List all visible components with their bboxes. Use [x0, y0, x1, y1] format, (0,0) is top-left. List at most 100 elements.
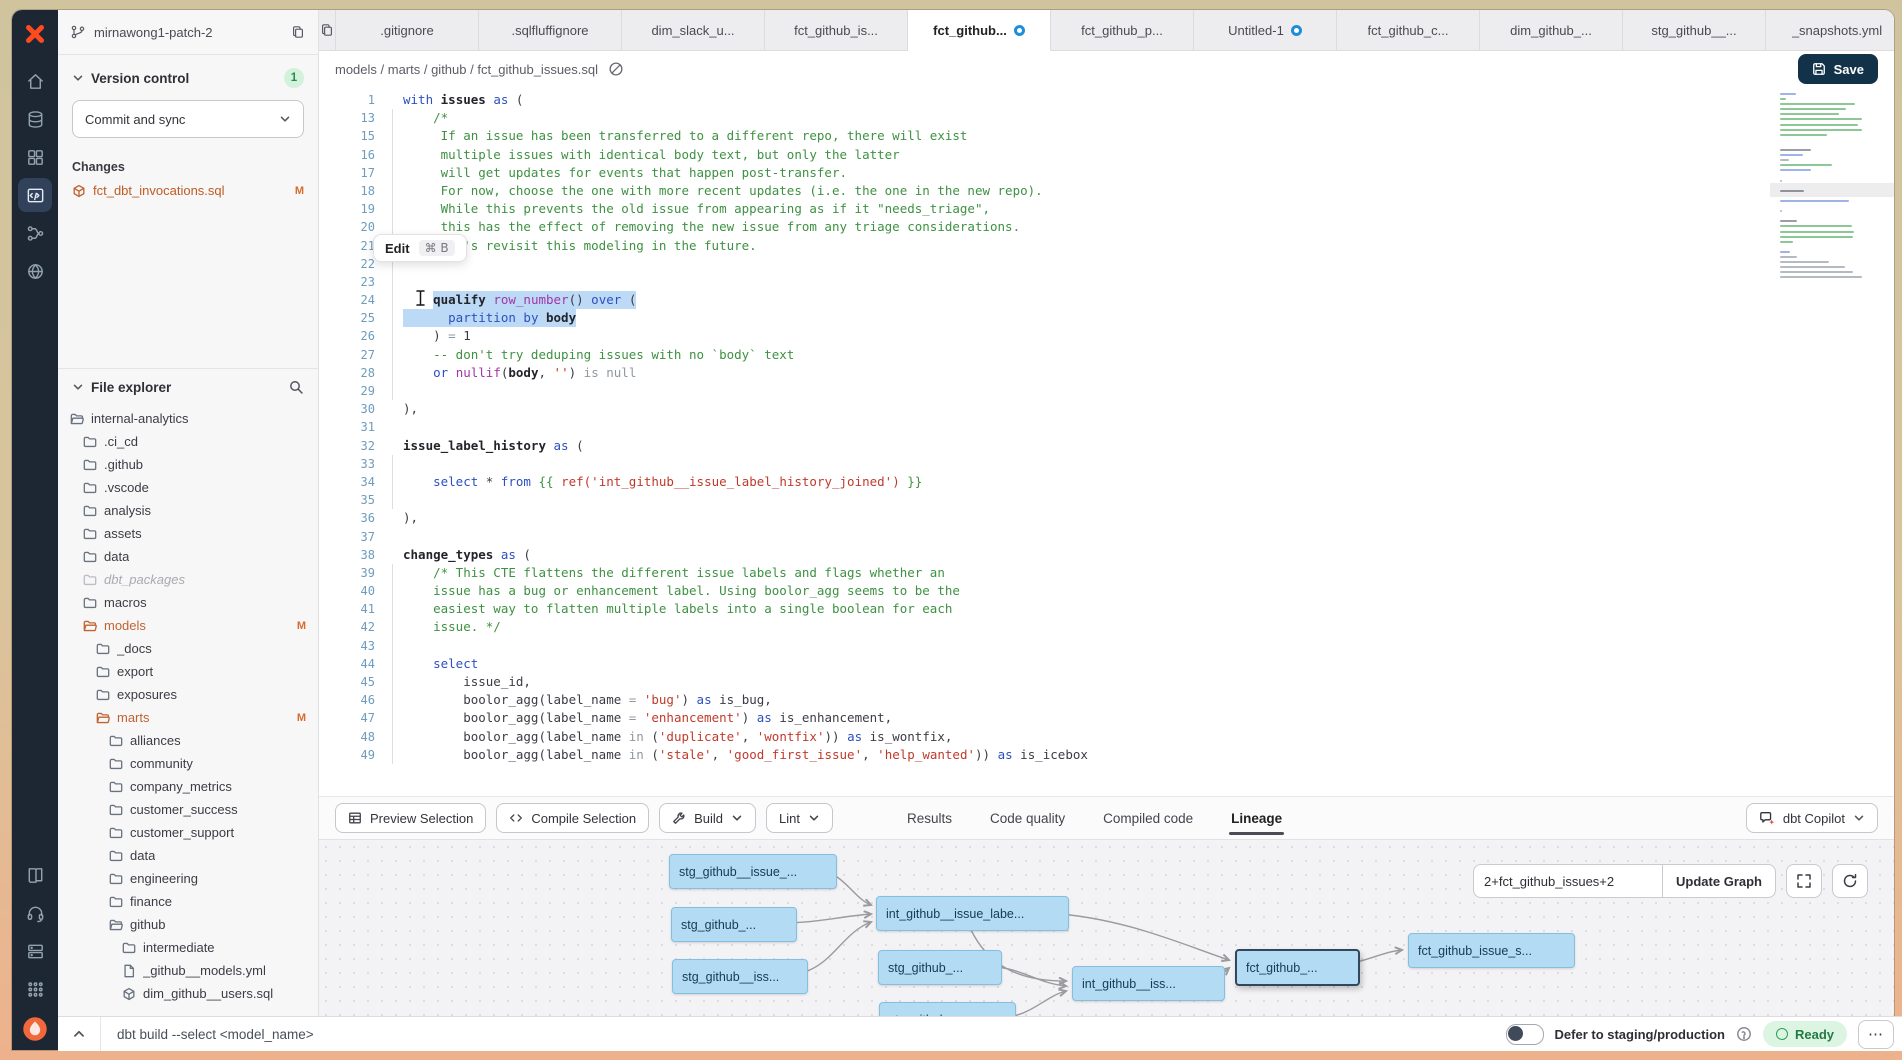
- code-line-28[interactable]: 28 or nullif(body, '') is null: [319, 364, 1782, 382]
- tree-item-company_metrics[interactable]: company_metrics: [58, 775, 318, 798]
- tree-item-exposures[interactable]: exposures: [58, 683, 318, 706]
- commit-and-sync-button[interactable]: Commit and sync: [72, 100, 304, 138]
- search-icon[interactable]: [288, 379, 304, 395]
- status-badge[interactable]: Ready: [1763, 1021, 1847, 1047]
- rail-item-orchestrate[interactable]: [18, 216, 52, 250]
- tree-item-data[interactable]: data: [58, 844, 318, 867]
- tree-item-analysis[interactable]: analysis: [58, 499, 318, 522]
- code-line-23[interactable]: 23: [319, 273, 1782, 291]
- tree-item-models[interactable]: modelsM: [58, 614, 318, 637]
- code-line-31[interactable]: 31: [319, 418, 1782, 436]
- docs-compass-icon[interactable]: [608, 61, 624, 77]
- tree-item-assets[interactable]: assets: [58, 522, 318, 545]
- tree-item-finance[interactable]: finance: [58, 890, 318, 913]
- lineage-node[interactable]: int_github__iss...: [1072, 966, 1225, 1001]
- tree-item-_github__models.yml[interactable]: _github__models.yml: [58, 959, 318, 982]
- tree-item-intermediate[interactable]: intermediate: [58, 936, 318, 959]
- tree-item-community[interactable]: community: [58, 752, 318, 775]
- code-line-39[interactable]: 39 /* This CTE flattens the different is…: [319, 564, 1782, 582]
- code-line-40[interactable]: 40 issue has a bug or enhancement label.…: [319, 582, 1782, 600]
- code-line-13[interactable]: 13 /*: [319, 109, 1782, 127]
- code-line-48[interactable]: 48 boolor_agg(label_name in ('duplicate'…: [319, 728, 1782, 746]
- code-line-35[interactable]: 35: [319, 491, 1782, 509]
- code-line-43[interactable]: 43: [319, 637, 1782, 655]
- more-options-button[interactable]: ⋯: [1858, 1020, 1894, 1049]
- lineage-selector-input[interactable]: [1473, 864, 1662, 898]
- code-line-15[interactable]: 15 If an issue has been transferred to a…: [319, 127, 1782, 145]
- dbt-logo-icon[interactable]: [19, 18, 51, 50]
- copy-icon[interactable]: [290, 24, 306, 40]
- changed-file-row[interactable]: fct_dbt_invocations.sql M: [58, 180, 318, 201]
- tree-item-.ci_cd[interactable]: .ci_cd: [58, 430, 318, 453]
- collapse-panel-button[interactable]: [58, 1017, 101, 1051]
- lineage-node[interactable]: stg_github__issue_...: [669, 854, 837, 889]
- code-line-19[interactable]: 19 While this prevents the old issue fro…: [319, 200, 1782, 218]
- rail-item-apps[interactable]: [18, 972, 52, 1006]
- code-line-34[interactable]: 34 select * from {{ ref('int_github__iss…: [319, 473, 1782, 491]
- tree-item-.github[interactable]: .github: [58, 453, 318, 476]
- code-line-42[interactable]: 42 issue. */: [319, 618, 1782, 636]
- lineage-node[interactable]: stg_github_...: [671, 907, 797, 942]
- preview-selection-button[interactable]: Preview Selection: [335, 803, 486, 833]
- code-line-21[interactable]: 21 Let's revisit this modeling in the fu…: [319, 237, 1782, 255]
- tree-item-dim_github__users.sql[interactable]: dim_github__users.sql: [58, 982, 318, 1005]
- code-line-16[interactable]: 16 multiple issues with identical body t…: [319, 146, 1782, 164]
- compile-selection-button[interactable]: Compile Selection: [496, 803, 649, 833]
- version-control-header[interactable]: Version control 1: [58, 55, 318, 98]
- code-line-45[interactable]: 45 issue_id,: [319, 673, 1782, 691]
- lint-button[interactable]: Lint: [766, 803, 833, 833]
- editor-tab[interactable]: dim_slack_u...: [622, 10, 765, 50]
- code-line-17[interactable]: 17 will get updates for events that happ…: [319, 164, 1782, 182]
- code-line-24[interactable]: 24 qualify row_number() over (: [319, 291, 1782, 309]
- dbt-command-input[interactable]: dbt build --select <model_name>: [117, 1027, 314, 1042]
- tab-code-quality[interactable]: Code quality: [988, 797, 1067, 839]
- code-line-1[interactable]: 1with issues as (: [319, 91, 1782, 109]
- code-line-26[interactable]: 26 ) = 1: [319, 327, 1782, 345]
- tree-item-internal-analytics[interactable]: internal-analytics: [58, 407, 318, 430]
- code-line-44[interactable]: 44 select: [319, 655, 1782, 673]
- code-line-49[interactable]: 49 boolor_agg(label_name in ('stale', 'g…: [319, 746, 1782, 764]
- editor-tab[interactable]: _snapshots.yml: [1766, 10, 1894, 50]
- code-line-30[interactable]: 30),: [319, 400, 1782, 418]
- lineage-node[interactable]: fct_github_...: [1235, 949, 1360, 986]
- code-line-22[interactable]: 22: [319, 255, 1782, 273]
- rail-item-docs[interactable]: [18, 858, 52, 892]
- code-line-27[interactable]: 27 -- don't try deduping issues with no …: [319, 346, 1782, 364]
- editor-tab[interactable]: .gitignore: [336, 10, 479, 50]
- code-line-29[interactable]: 29: [319, 382, 1782, 400]
- lineage-node[interactable]: int_github__issue_labe...: [876, 896, 1069, 931]
- code-editor[interactable]: 1with issues as (13 /*15 If an issue has…: [319, 87, 1894, 796]
- code-line-18[interactable]: 18 For now, choose the one with more rec…: [319, 182, 1782, 200]
- code-line-46[interactable]: 46 boolor_agg(label_name = 'bug') as is_…: [319, 691, 1782, 709]
- rail-item-explore[interactable]: [18, 254, 52, 288]
- tree-item-marts[interactable]: martsM: [58, 706, 318, 729]
- code-line-33[interactable]: 33: [319, 455, 1782, 473]
- code-line-37[interactable]: 37: [319, 528, 1782, 546]
- tab-results[interactable]: Results: [905, 797, 954, 839]
- tree-item-github[interactable]: github: [58, 913, 318, 936]
- code-line-32[interactable]: 32issue_label_history as (: [319, 437, 1782, 455]
- code-line-36[interactable]: 36),: [319, 509, 1782, 527]
- tree-item-data[interactable]: data: [58, 545, 318, 568]
- fullscreen-button[interactable]: [1786, 864, 1822, 898]
- tree-item-dbt_packages[interactable]: dbt_packages: [58, 568, 318, 591]
- code-line-47[interactable]: 47 boolor_agg(label_name = 'enhancement'…: [319, 709, 1782, 727]
- lineage-node[interactable]: fct_github_issue_s...: [1408, 933, 1575, 968]
- rail-item-environments[interactable]: [18, 140, 52, 174]
- help-question-icon[interactable]: [1736, 1026, 1752, 1042]
- tree-item-engineering[interactable]: engineering: [58, 867, 318, 890]
- editor-tab[interactable]: fct_github_p...: [1051, 10, 1194, 50]
- refresh-button[interactable]: [1832, 864, 1868, 898]
- code-line-41[interactable]: 41 easiest way to flatten multiple label…: [319, 600, 1782, 618]
- tree-item-export[interactable]: export: [58, 660, 318, 683]
- editor-tab[interactable]: fct_github_c...: [1337, 10, 1480, 50]
- workspace-avatar[interactable]: [20, 1014, 50, 1044]
- defer-toggle[interactable]: [1506, 1024, 1544, 1045]
- code-line-20[interactable]: 20 this has the effect of removing the n…: [319, 218, 1782, 236]
- rail-item-projects[interactable]: [18, 102, 52, 136]
- tree-item-_docs[interactable]: _docs: [58, 637, 318, 660]
- tree-item-alliances[interactable]: alliances: [58, 729, 318, 752]
- minimap[interactable]: [1770, 87, 1894, 796]
- editor-tab[interactable]: Untitled-1: [1194, 10, 1337, 50]
- editor-tab[interactable]: fct_github_is...: [765, 10, 908, 50]
